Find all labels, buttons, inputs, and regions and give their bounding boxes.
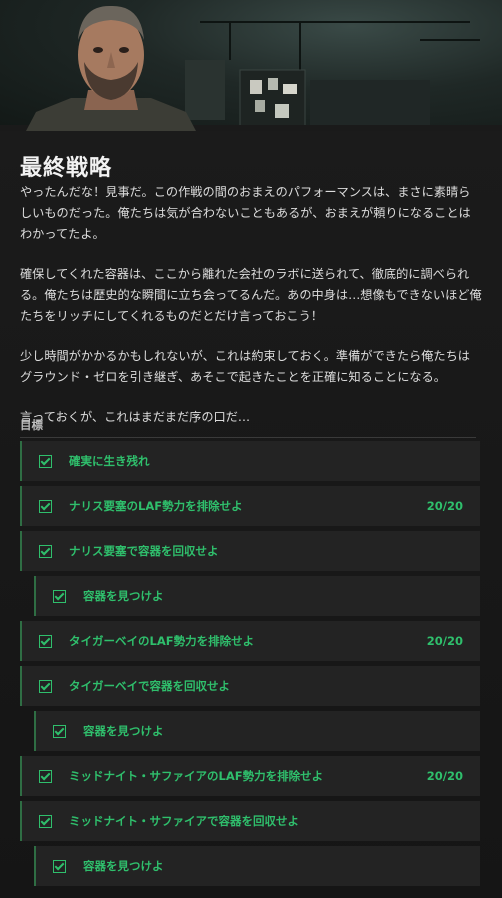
objective-label: タイガーベイで容器を回収せよ xyxy=(69,679,230,693)
objective-count: 20/20 xyxy=(426,499,463,513)
mission-title: 最終戦略 xyxy=(20,156,113,181)
objective-row[interactable]: タイガーベイのLAF勢力を排除せよ 20/20 xyxy=(20,621,480,661)
sub-objective-row[interactable]: 容器を見つけよ xyxy=(34,846,480,886)
character-portrait xyxy=(26,5,196,131)
checkbox-checked-icon xyxy=(39,814,52,828)
checkbox-checked-icon xyxy=(53,724,66,738)
objective-label: 容器を見つけよ xyxy=(83,589,164,603)
briefing-paragraph: やったんだな！見事だ。この作戦の間のおまえのパフォーマンスは、まさに素晴らしいも… xyxy=(20,185,471,241)
objective-label: ミッドナイト・サファイアで容器を回収せよ xyxy=(69,814,299,828)
objective-count: 20/20 xyxy=(426,634,463,648)
objective-label: ナリス要塞のLAF勢力を排除せよ xyxy=(69,499,243,513)
checkbox-checked-icon xyxy=(39,769,52,783)
checkbox-checked-icon xyxy=(53,859,66,873)
objectives-header: 目標 xyxy=(20,417,476,438)
objective-label: 容器を見つけよ xyxy=(83,724,164,738)
mission-banner xyxy=(0,0,502,131)
checkbox-checked-icon xyxy=(39,634,52,648)
mission-briefing: やったんだな！見事だ。この作戦の間のおまえのパフォーマンスは、まさに素晴らしいも… xyxy=(20,182,482,447)
sub-objective-row[interactable]: 容器を見つけよ xyxy=(34,711,480,751)
objective-label: ナリス要塞で容器を回収せよ xyxy=(69,544,219,558)
briefing-paragraph: 確保してくれた容器は、ここから離れた会社のラボに送られて、徹底的に調べられる。俺… xyxy=(20,267,482,323)
objective-row[interactable]: ナリス要塞のLAF勢力を排除せよ 20/20 xyxy=(20,486,480,526)
checkbox-checked-icon xyxy=(39,679,52,693)
objective-count: 20/20 xyxy=(426,769,463,783)
sub-objective-row[interactable]: 容器を見つけよ xyxy=(34,576,480,616)
objective-label: 容器を見つけよ xyxy=(83,859,164,873)
objective-row[interactable]: タイガーベイで容器を回収せよ xyxy=(20,666,480,706)
briefing-paragraph: 少し時間がかかるかもしれないが、これは約束しておく。準備ができたら俺たちはグラウ… xyxy=(20,349,470,384)
objective-row[interactable]: 確実に生き残れ xyxy=(20,441,480,481)
checkbox-checked-icon xyxy=(39,454,52,468)
checkbox-checked-icon xyxy=(53,589,66,603)
objective-label: タイガーベイのLAF勢力を排除せよ xyxy=(69,634,255,648)
objective-row[interactable]: ミッドナイト・サファイアで容器を回収せよ xyxy=(20,801,480,841)
checkbox-checked-icon xyxy=(39,544,52,558)
objective-label: ミッドナイト・サファイアのLAF勢力を排除せよ xyxy=(69,769,324,783)
objective-row[interactable]: ナリス要塞で容器を回収せよ xyxy=(20,531,480,571)
objective-row[interactable]: ミッドナイト・サファイアのLAF勢力を排除せよ 20/20 xyxy=(20,756,480,796)
objective-label: 確実に生き残れ xyxy=(69,454,150,468)
checkbox-checked-icon xyxy=(39,499,52,513)
